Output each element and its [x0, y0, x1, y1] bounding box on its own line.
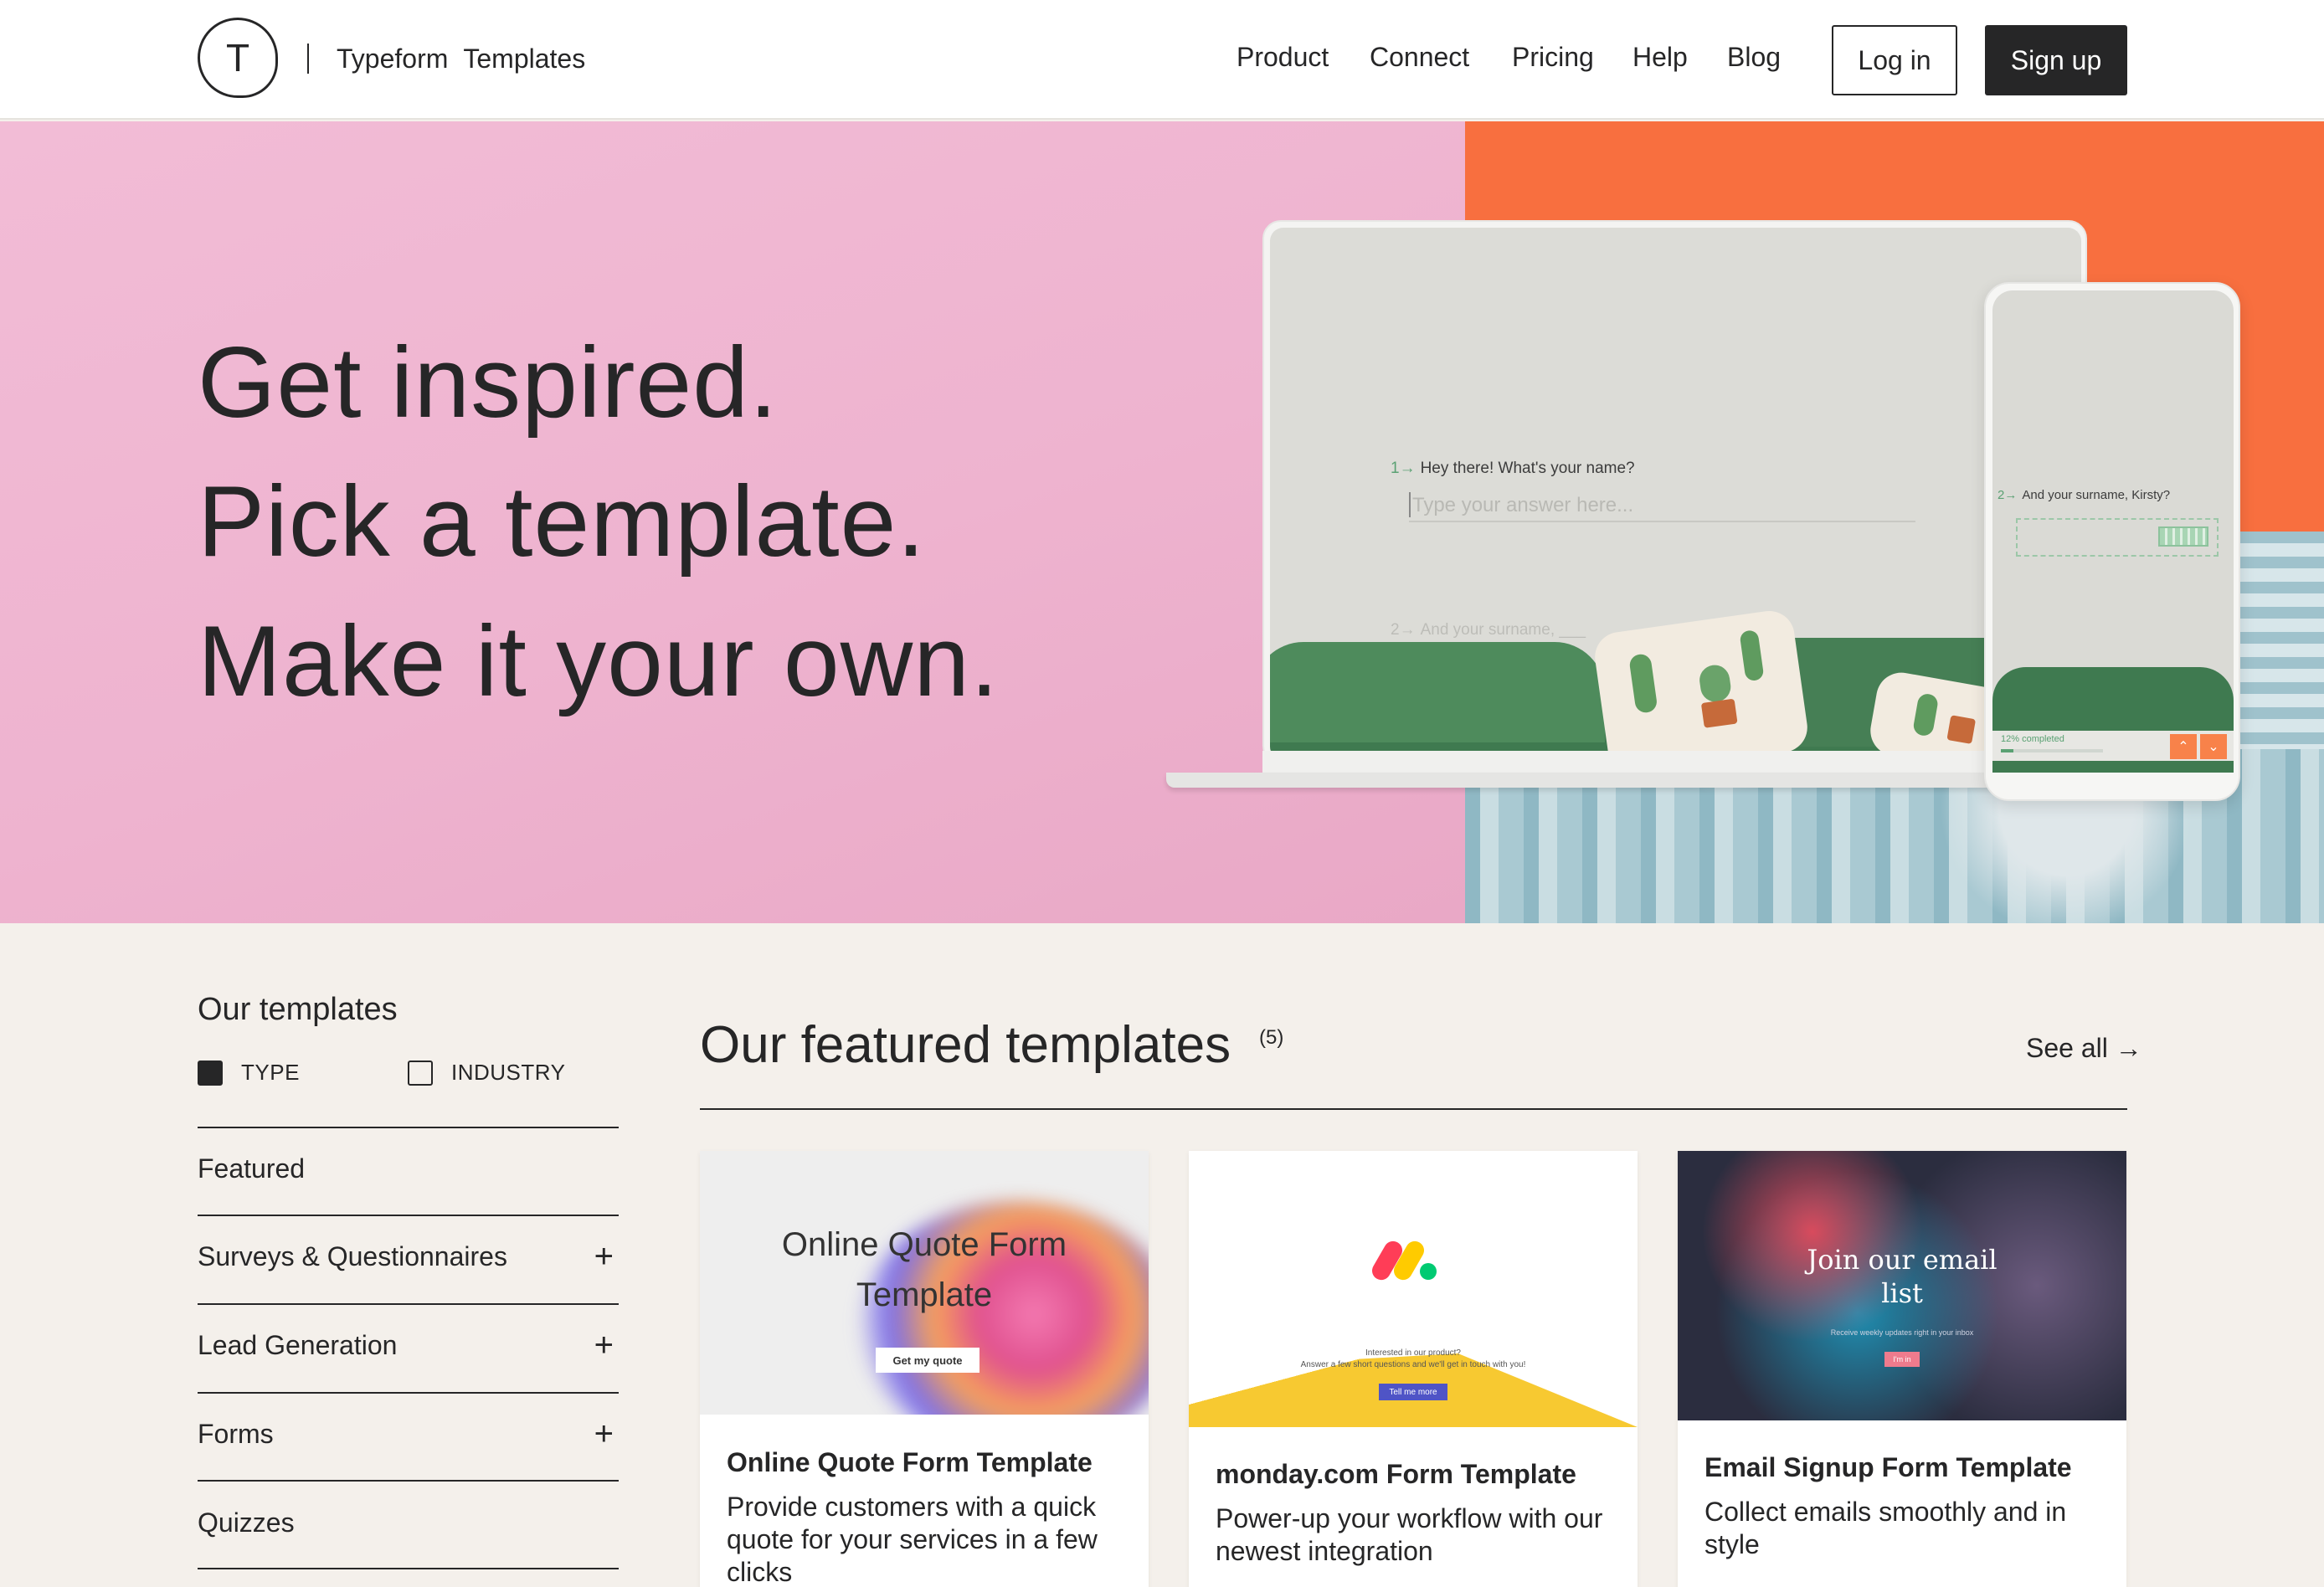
- filter-label: TYPE: [241, 1060, 300, 1085]
- sidebar-divider: [198, 1480, 619, 1482]
- card-description: Collect emails smoothly and in style: [1704, 1497, 2067, 1559]
- sidebar-item-label: Lead Generation: [198, 1330, 398, 1360]
- nav-pricing[interactable]: Pricing: [1512, 39, 1594, 75]
- thumb-button: I'm in: [1884, 1352, 1920, 1367]
- thumb-button: Get my quote: [876, 1348, 979, 1373]
- top-header: T Typeform Templates Product Connect Pric…: [0, 0, 2324, 120]
- brand-section: Templates: [463, 44, 586, 74]
- laptop-base: [1166, 773, 2018, 788]
- laptop-question-2: 2→ And your surname, ___: [1391, 621, 1586, 639]
- card-description: Provide customers with a quick quote for…: [727, 1492, 1098, 1587]
- login-button[interactable]: Log in: [1832, 25, 1957, 95]
- answer-placeholder: Type your answer here...: [1412, 494, 1634, 516]
- checkbox-unchecked-icon[interactable]: [408, 1060, 433, 1086]
- text-cursor: [1409, 492, 1411, 517]
- card-thumbnail: Join our email list Receive weekly updat…: [1678, 1151, 2126, 1420]
- logo-letter: T: [225, 36, 250, 80]
- progress-text: 12% completed: [2001, 734, 2064, 744]
- sidebar-divider: [198, 1392, 619, 1394]
- card-title: Online Quote Form Template: [727, 1447, 1093, 1477]
- sidebar-item-forms[interactable]: Forms +: [198, 1417, 619, 1451]
- nav-product[interactable]: Product: [1237, 39, 1329, 75]
- question-text: Hey there! What's your name?: [1420, 460, 1635, 477]
- logo-divider: [307, 44, 309, 74]
- cactus-pillow-image: [1591, 608, 1811, 760]
- previous-arrow-button[interactable]: ⌃: [2170, 734, 2197, 759]
- thumb-subtitle: Receive weekly updates right in your inb…: [1830, 1328, 1974, 1337]
- laptop-mockup: 1→ Hey there! What's your name? Type your…: [1262, 220, 2087, 764]
- template-card-monday[interactable]: Interested in our product? Answer a few …: [1189, 1151, 1638, 1587]
- hero-banner: Get inspired. Pick a template. Make it y…: [0, 121, 2324, 923]
- progress-fill: [2001, 749, 2013, 752]
- see-all-link[interactable]: See all →: [2026, 1031, 2142, 1065]
- laptop-screen: 1→ Hey there! What's your name? Type your…: [1270, 228, 2081, 760]
- phone-question: 2→ And your surname, Kirsty?: [1998, 488, 2170, 502]
- question-number: 2→: [1998, 488, 2018, 502]
- brand-name[interactable]: Typeform Templates: [337, 40, 600, 77]
- nav-connect[interactable]: Connect: [1370, 39, 1469, 75]
- question-text: And your surname, Kirsty?: [2022, 488, 2171, 502]
- progress-track: [2001, 749, 2103, 752]
- sidebar-item-label: Forms: [198, 1419, 274, 1449]
- sidebar-item-label: Quizzes: [198, 1507, 295, 1538]
- monday-logo-icon: [1368, 1236, 1437, 1284]
- signup-button[interactable]: Sign up: [1985, 25, 2127, 95]
- typeform-logo[interactable]: T: [198, 18, 278, 98]
- hero-headline-line2: Pick a template.: [198, 465, 926, 578]
- hero-headline-line1: Get inspired.: [198, 326, 779, 439]
- laptop-question-1: 1→ Hey there! What's your name?: [1391, 460, 1635, 478]
- phone-screen: 2→ And your surname, Kirsty? 12% complete…: [1992, 290, 2234, 773]
- thumb-button: Tell me more: [1379, 1384, 1447, 1400]
- filter-type[interactable]: TYPE: [198, 1060, 300, 1086]
- sidebar-divider: [198, 1303, 619, 1305]
- card-description: Power-up your workflow with our newest i…: [1216, 1503, 1603, 1566]
- card-thumbnail: Interested in our product? Answer a few …: [1189, 1151, 1638, 1427]
- sidebar-item-featured[interactable]: Featured: [198, 1152, 619, 1185]
- template-card-online-quote[interactable]: Online Quote Form Template Get my quote …: [700, 1151, 1149, 1587]
- featured-divider: [700, 1108, 2127, 1110]
- phone-answer-input[interactable]: [2016, 518, 2219, 557]
- sidebar-item-quizzes[interactable]: Quizzes: [198, 1506, 619, 1539]
- sidebar-item-surveys[interactable]: Surveys & Questionnaires +: [198, 1240, 619, 1273]
- question-number: 1→: [1391, 460, 1416, 477]
- sidebar-divider: [198, 1215, 619, 1216]
- expand-plus-icon[interactable]: +: [594, 1328, 614, 1362]
- card-thumbnail: Online Quote Form Template Get my quote: [700, 1151, 1149, 1415]
- sidebar-divider: [198, 1127, 619, 1128]
- laptop-answer-input[interactable]: Type your answer here...: [1409, 489, 1915, 522]
- template-card-email-signup[interactable]: Join our email list Receive weekly updat…: [1678, 1151, 2126, 1587]
- card-title: monday.com Form Template: [1216, 1459, 1576, 1489]
- filter-label: INDUSTRY: [451, 1060, 566, 1085]
- featured-title: Our featured templates: [700, 1016, 1231, 1074]
- hero-headline-line3: Make it your own.: [198, 605, 1000, 717]
- phone-mockup: 2→ And your surname, Kirsty? 12% complete…: [1984, 282, 2240, 801]
- phone-progress-footer: 12% completed ⌃ ⌄: [1992, 731, 2234, 761]
- checkbox-checked-icon[interactable]: [198, 1060, 223, 1086]
- keyboard-icon: [2158, 526, 2208, 547]
- filter-industry[interactable]: INDUSTRY: [408, 1060, 565, 1086]
- brand-typeform: Typeform: [337, 44, 449, 74]
- thumb-heading: Online Quote Form Template: [781, 1226, 1067, 1313]
- sidebar-divider: [198, 1568, 619, 1569]
- sidebar-item-label: Surveys & Questionnaires: [198, 1241, 507, 1271]
- thumb-line2: Answer a few short questions and we'll g…: [1300, 1360, 1526, 1369]
- sidebar-item-label: Featured: [198, 1153, 306, 1184]
- nav-blog[interactable]: Blog: [1727, 39, 1781, 75]
- featured-count: (5): [1259, 1026, 1284, 1049]
- sidebar-item-lead-generation[interactable]: Lead Generation +: [198, 1328, 619, 1362]
- expand-plus-icon[interactable]: +: [594, 1417, 614, 1451]
- next-arrow-button[interactable]: ⌄: [2200, 734, 2227, 759]
- question-number: 2→: [1391, 621, 1416, 639]
- card-title: Email Signup Form Template: [1704, 1452, 2072, 1482]
- sofa-cushion-left: [1270, 642, 1605, 742]
- nav-help[interactable]: Help: [1632, 39, 1688, 75]
- expand-plus-icon[interactable]: +: [594, 1240, 614, 1273]
- thumb-line1: Interested in our product?: [1365, 1348, 1461, 1358]
- sidebar-title: Our templates: [198, 992, 398, 1027]
- thumb-heading: Join our email list: [1807, 1244, 1998, 1309]
- question-text: And your surname, ___: [1420, 621, 1586, 639]
